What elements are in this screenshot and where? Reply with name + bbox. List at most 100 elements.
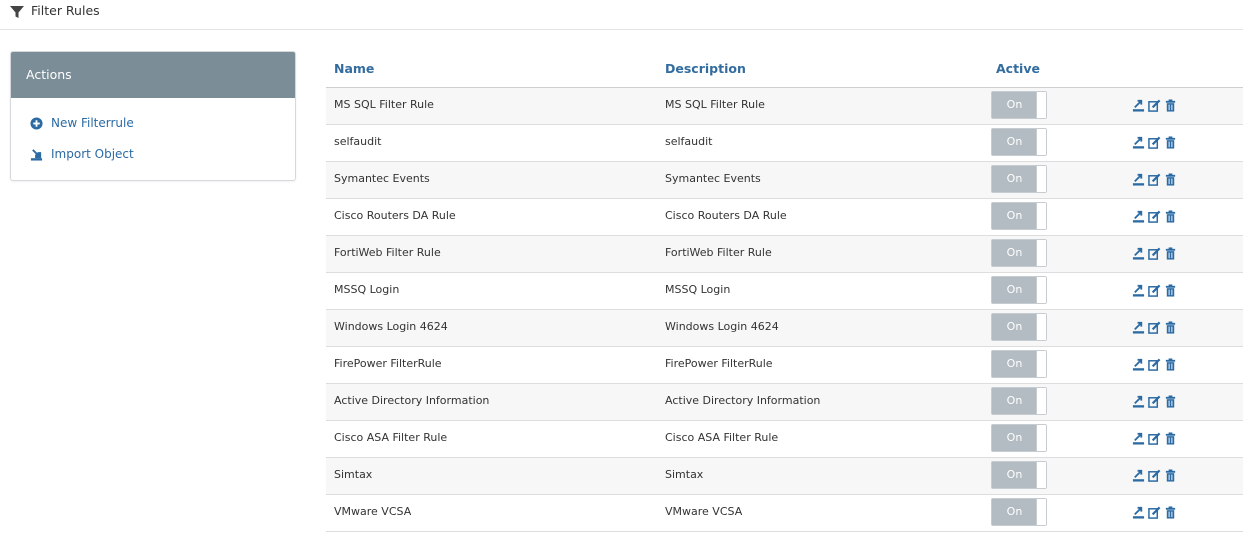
active-toggle[interactable]: On — [991, 350, 1047, 378]
row-actions — [1132, 136, 1177, 149]
active-toggle[interactable]: On — [991, 165, 1047, 193]
rule-description: MS SQL Filter Rule — [665, 98, 765, 111]
edit-icon[interactable] — [1148, 247, 1161, 260]
toggle-knob — [1036, 240, 1046, 266]
toggle-knob — [1036, 425, 1046, 451]
row-actions — [1132, 210, 1177, 223]
edit-icon[interactable] — [1148, 284, 1161, 297]
row-actions — [1132, 395, 1177, 408]
rule-description: Cisco Routers DA Rule — [665, 209, 787, 222]
trash-icon[interactable] — [1164, 469, 1177, 482]
trash-icon[interactable] — [1164, 395, 1177, 408]
rule-name: MSSQ Login — [334, 283, 400, 296]
edit-icon[interactable] — [1148, 469, 1161, 482]
table-row: FortiWeb Filter Rule FortiWeb Filter Rul… — [326, 236, 1243, 273]
trash-icon[interactable] — [1164, 210, 1177, 223]
trash-icon[interactable] — [1164, 321, 1177, 334]
active-toggle[interactable]: On — [991, 91, 1047, 119]
toggle-on-label: On — [992, 92, 1037, 118]
export-icon[interactable] — [1132, 173, 1145, 186]
rule-description: Cisco ASA Filter Rule — [665, 431, 779, 444]
row-actions — [1132, 321, 1177, 334]
rule-description: Active Directory Information — [665, 394, 821, 407]
column-header-name[interactable]: Name — [334, 61, 374, 76]
toggle-knob — [1036, 388, 1046, 414]
table-row: FirePower FilterRule FirePower FilterRul… — [326, 347, 1243, 384]
toggle-on-label: On — [992, 351, 1037, 377]
toggle-on-label: On — [992, 314, 1037, 340]
rule-name: FirePower FilterRule — [334, 357, 442, 370]
toggle-on-label: On — [992, 388, 1037, 414]
column-header-description[interactable]: Description — [665, 61, 746, 76]
export-icon[interactable] — [1132, 99, 1145, 112]
trash-icon[interactable] — [1164, 284, 1177, 297]
export-icon[interactable] — [1132, 432, 1145, 445]
toggle-knob — [1036, 351, 1046, 377]
toggle-on-label: On — [992, 166, 1037, 192]
edit-icon[interactable] — [1148, 395, 1161, 408]
export-icon[interactable] — [1132, 136, 1145, 149]
toggle-knob — [1036, 129, 1046, 155]
export-icon[interactable] — [1132, 469, 1145, 482]
edit-icon[interactable] — [1148, 506, 1161, 519]
row-actions — [1132, 432, 1177, 445]
edit-icon[interactable] — [1148, 321, 1161, 334]
export-icon[interactable] — [1132, 284, 1145, 297]
active-toggle[interactable]: On — [991, 239, 1047, 267]
new-filterrule-link[interactable]: New Filterrule — [30, 116, 134, 130]
trash-icon[interactable] — [1164, 358, 1177, 371]
import-object-link[interactable]: Import Object — [30, 147, 134, 161]
trash-icon[interactable] — [1164, 173, 1177, 186]
toggle-on-label: On — [992, 277, 1037, 303]
edit-icon[interactable] — [1148, 99, 1161, 112]
edit-icon[interactable] — [1148, 358, 1161, 371]
row-actions — [1132, 358, 1177, 371]
filter-rules-table: Name Description Active MS SQL Filter Ru… — [326, 51, 1243, 532]
row-actions — [1132, 99, 1177, 112]
actions-panel: Actions New Filterrule Import Object — [10, 51, 296, 181]
export-icon[interactable] — [1132, 506, 1145, 519]
export-icon[interactable] — [1132, 395, 1145, 408]
toggle-on-label: On — [992, 462, 1037, 488]
export-icon[interactable] — [1132, 247, 1145, 260]
toggle-knob — [1036, 166, 1046, 192]
edit-icon[interactable] — [1148, 432, 1161, 445]
toggle-knob — [1036, 462, 1046, 488]
table-row: Cisco Routers DA Rule Cisco Routers DA R… — [326, 199, 1243, 236]
active-toggle[interactable]: On — [991, 424, 1047, 452]
row-actions — [1132, 469, 1177, 482]
row-actions — [1132, 506, 1177, 519]
trash-icon[interactable] — [1164, 99, 1177, 112]
active-toggle[interactable]: On — [991, 461, 1047, 489]
column-header-active[interactable]: Active — [996, 61, 1040, 76]
import-icon — [30, 148, 43, 161]
edit-icon[interactable] — [1148, 136, 1161, 149]
rule-name: Cisco Routers DA Rule — [334, 209, 456, 222]
rule-description: Windows Login 4624 — [665, 320, 779, 333]
table-row: Cisco ASA Filter Rule Cisco ASA Filter R… — [326, 421, 1243, 458]
toggle-on-label: On — [992, 499, 1037, 525]
active-toggle[interactable]: On — [991, 498, 1047, 526]
export-icon[interactable] — [1132, 210, 1145, 223]
table-body: MS SQL Filter Rule MS SQL Filter Rule On — [326, 88, 1243, 532]
rule-description: FirePower FilterRule — [665, 357, 773, 370]
toggle-on-label: On — [992, 240, 1037, 266]
actions-heading: Actions — [11, 52, 295, 98]
rule-name: selfaudit — [334, 135, 382, 148]
export-icon[interactable] — [1132, 358, 1145, 371]
export-icon[interactable] — [1132, 321, 1145, 334]
active-toggle[interactable]: On — [991, 387, 1047, 415]
trash-icon[interactable] — [1164, 506, 1177, 519]
active-toggle[interactable]: On — [991, 128, 1047, 156]
trash-icon[interactable] — [1164, 136, 1177, 149]
active-toggle[interactable]: On — [991, 202, 1047, 230]
row-actions — [1132, 173, 1177, 186]
edit-icon[interactable] — [1148, 173, 1161, 186]
trash-icon[interactable] — [1164, 432, 1177, 445]
trash-icon[interactable] — [1164, 247, 1177, 260]
edit-icon[interactable] — [1148, 210, 1161, 223]
table-row: MSSQ Login MSSQ Login On — [326, 273, 1243, 310]
active-toggle[interactable]: On — [991, 313, 1047, 341]
table-row: selfaudit selfaudit On — [326, 125, 1243, 162]
active-toggle[interactable]: On — [991, 276, 1047, 304]
